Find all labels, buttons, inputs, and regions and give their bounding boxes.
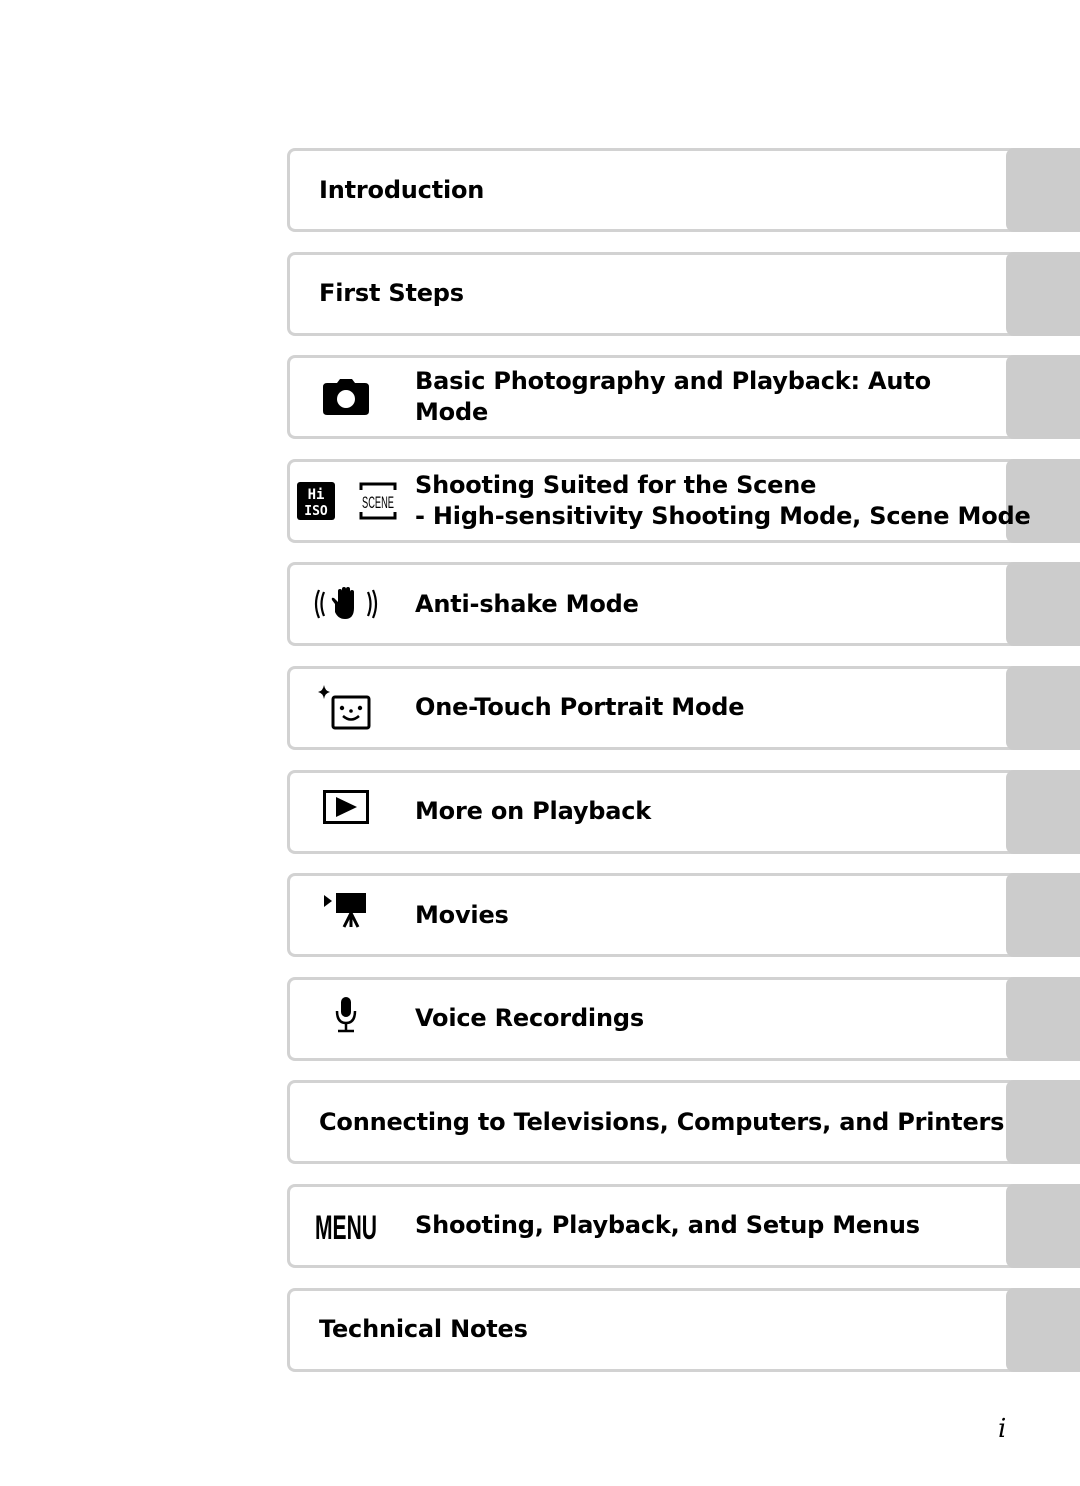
toc-entry-voice-recordings[interactable]: Voice Recordings [287, 976, 1080, 1061]
hi-iso-icon: HiISO [297, 481, 335, 520]
entry-title-line2: Mode [415, 398, 489, 427]
toc-entry-scene[interactable]: Hi ISO SCENE Shooting Suited for the Scen… [287, 458, 1080, 543]
microphone-icon [301, 977, 391, 1061]
entry-title: Anti-shake Mode [415, 589, 639, 618]
entry-title: Introduction [319, 175, 485, 204]
entry-card [287, 769, 1080, 854]
entry-title-line1: Shooting Suited for the Scene [415, 470, 817, 499]
table-of-contents: Introduction First Steps Basic Photograp… [287, 148, 1080, 1391]
svg-text:MENU: MENU [315, 1209, 377, 1244]
entry-title: One-Touch Portrait Mode [415, 693, 745, 722]
entry-title: Movies [415, 900, 509, 929]
entry-title-line1: Basic Photography and Playback: Auto [415, 367, 931, 396]
entry-title: Shooting, Playback, and Setup Menus [415, 1211, 920, 1240]
hi-iso-scene-icon: Hi ISO SCENE [297, 459, 397, 543]
section-tab [1006, 1287, 1080, 1372]
section-tab [1006, 976, 1080, 1061]
toc-entry-menus[interactable]: MENU Shooting, Playback, and Setup Menus [287, 1183, 1080, 1268]
section-tab [1006, 562, 1080, 647]
camera-icon [301, 355, 391, 439]
toc-entry-movies[interactable]: Movies [287, 873, 1080, 958]
playback-icon [301, 770, 391, 854]
svg-text:Hi: Hi [308, 487, 325, 503]
toc-entry-first-steps[interactable]: First Steps [287, 251, 1080, 336]
entry-title: First Steps [319, 279, 464, 308]
entry-title-line2: - High-sensitivity Shooting Mode, Scene … [415, 501, 1031, 530]
entry-title: Connecting to Televisions, Computers, an… [319, 1107, 1005, 1136]
section-tab [1006, 769, 1080, 854]
entry-card [287, 976, 1080, 1061]
entry-title: Technical Notes [319, 1315, 528, 1344]
section-tab [1006, 1183, 1080, 1268]
scene-icon: SCENE [359, 482, 397, 520]
section-tab [1006, 355, 1080, 440]
toc-entry-introduction[interactable]: Introduction [287, 148, 1080, 232]
svg-text:ISO: ISO [304, 504, 328, 519]
movie-camera-icon [301, 873, 391, 957]
section-tab [1006, 148, 1080, 232]
toc-entry-portrait[interactable]: One-Touch Portrait Mode [287, 665, 1080, 750]
section-tab [1006, 873, 1080, 958]
toc-entry-connecting[interactable]: Connecting to Televisions, Computers, an… [287, 1080, 1080, 1165]
anti-shake-hand-icon [301, 562, 391, 646]
toc-entry-basic-photography[interactable]: Basic Photography and Playback: Auto Mod… [287, 355, 1080, 440]
toc-entry-anti-shake[interactable]: Anti-shake Mode [287, 562, 1080, 647]
entry-title: Voice Recordings [415, 1004, 644, 1033]
entry-title: Shooting Suited for the Scene - High-sen… [415, 459, 1031, 543]
menu-icon: MENU [301, 1184, 391, 1268]
section-tab [1006, 665, 1080, 750]
portrait-face-icon [301, 666, 391, 750]
entry-title: More on Playback [415, 797, 652, 826]
section-tab [1006, 1080, 1080, 1165]
entry-card [287, 873, 1080, 958]
page-number: i [998, 1414, 1007, 1444]
toc-entry-playback[interactable]: More on Playback [287, 769, 1080, 854]
entry-card [287, 562, 1080, 647]
entry-title: Basic Photography and Playback: Auto Mod… [415, 355, 931, 439]
section-tab [1006, 251, 1080, 336]
svg-text:SCENE: SCENE [362, 493, 394, 512]
toc-entry-technical-notes[interactable]: Technical Notes [287, 1287, 1080, 1372]
